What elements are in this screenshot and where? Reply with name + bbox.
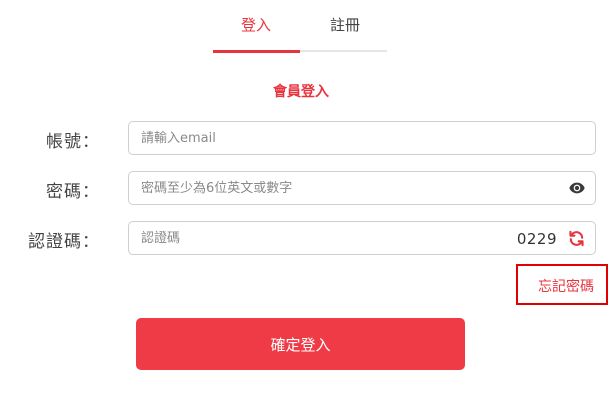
account-label: 帳號： [46,132,100,152]
login-submit-button[interactable]: 確定登入 [136,318,465,370]
password-label: 密碼： [46,182,100,202]
account-field[interactable] [128,121,596,155]
auth-tabs: 登入 註冊 [213,0,387,53]
refresh-icon[interactable] [568,230,585,247]
captcha-label: 認證碼： [28,232,100,252]
captcha-field[interactable]: 0229 [128,221,596,255]
password-field[interactable] [128,171,596,205]
form-title: 會員登入 [273,84,329,100]
tab-active-indicator [213,50,300,53]
forgot-password-highlight: 忘記密碼 [516,264,608,305]
forgot-password-link[interactable]: 忘記密碼 [538,276,594,296]
captcha-input[interactable] [141,222,441,254]
password-input[interactable] [141,172,501,204]
account-input[interactable] [141,122,501,154]
tab-login[interactable]: 登入 [241,14,271,35]
login-page: 登入 註冊 會員登入 帳號： 密碼： 認證碼： 0229 忘記密碼 確定 [0,0,614,393]
eye-icon[interactable] [569,181,585,195]
tab-register[interactable]: 註冊 [330,14,360,35]
captcha-code: 0229 [516,230,557,248]
